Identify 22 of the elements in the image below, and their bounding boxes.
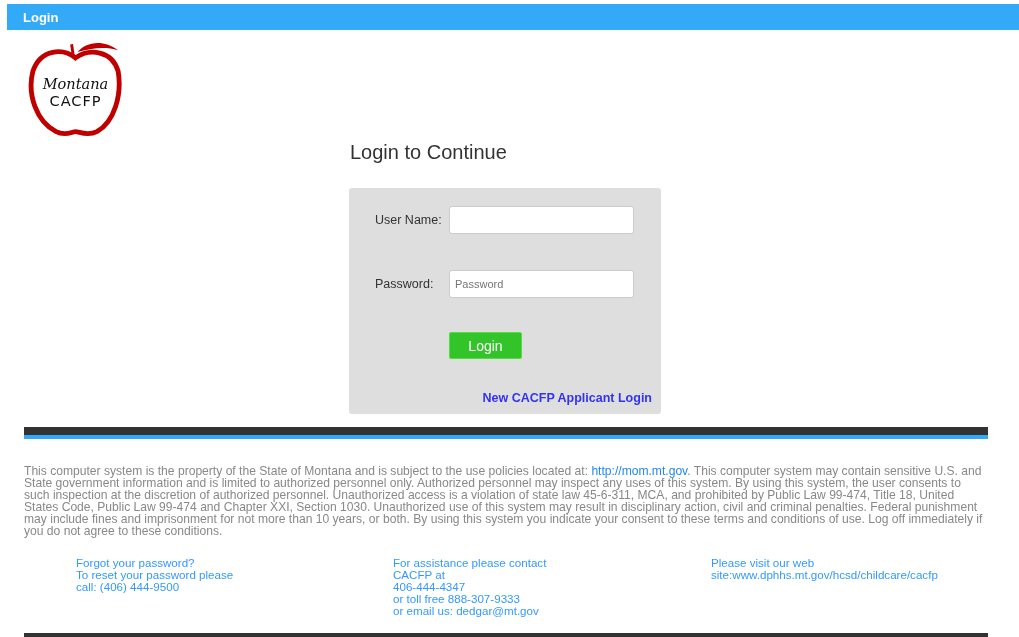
footer-text: call: (406) 444-9500 — [76, 581, 180, 593]
footer-text: Forgot your password? — [76, 557, 196, 569]
footer-text: or email us: dedgar@mt.gov — [393, 605, 540, 617]
footer-text: CACFP at — [393, 569, 446, 581]
input-field[interactable] — [449, 206, 634, 234]
page-heading: Login to Continue — [350, 141, 508, 164]
login-button[interactable]: Login — [449, 332, 522, 359]
footer-text: 406-444-4347 — [393, 581, 467, 593]
footer-text: or toll free 888-307-9333 — [393, 593, 521, 605]
header-title: Login — [23, 9, 59, 25]
footer-text: site:www.dphhs.mt.gov/hcsd/childcare/cacfp — [711, 569, 939, 581]
footer-text: To reset your password please — [76, 569, 235, 581]
applicant-login-link[interactable]: New CACFP Applicant Login — [482, 391, 652, 405]
field-label: Password: — [375, 277, 435, 291]
input-field[interactable]: Password — [449, 270, 634, 298]
apple-icon — [28, 42, 122, 137]
logo-name-text: CACFP — [49, 92, 102, 110]
logo-script-text: Montana — [42, 74, 109, 92]
disclaimer-text: This computer system is the property of the State of Montana and is subject to the use policies located at: http://mom.mt.gov. This computer system may contain sensitive U.S. and State government information and is limited to authorized personnel only. Authorized personnel may inspect any uses of this system. By using this system, the user consents to such inspection at the discretion of authorized personnel. Unauthorized access is a violation of state law 45-6-311, MCA, and prohibited by Public Law 99-474, Title 18, United States Code, Public Law 99-474 and Chapter XXI, Section 1030. Unauthorized use of this system may result in disciplinary action, civil and criminal penalties. Federal punishment may include fines and imprisonment for not more than 10 years, or both. By using this system you indicate your consent to these terms and conditions of use. Log off immediately if you do not agree to these conditions. — [24, 465, 984, 537]
field-label: User Name: — [375, 213, 443, 227]
footer-text: For assistance please contact — [393, 557, 548, 569]
footer-text: Please visit our web — [711, 557, 816, 569]
